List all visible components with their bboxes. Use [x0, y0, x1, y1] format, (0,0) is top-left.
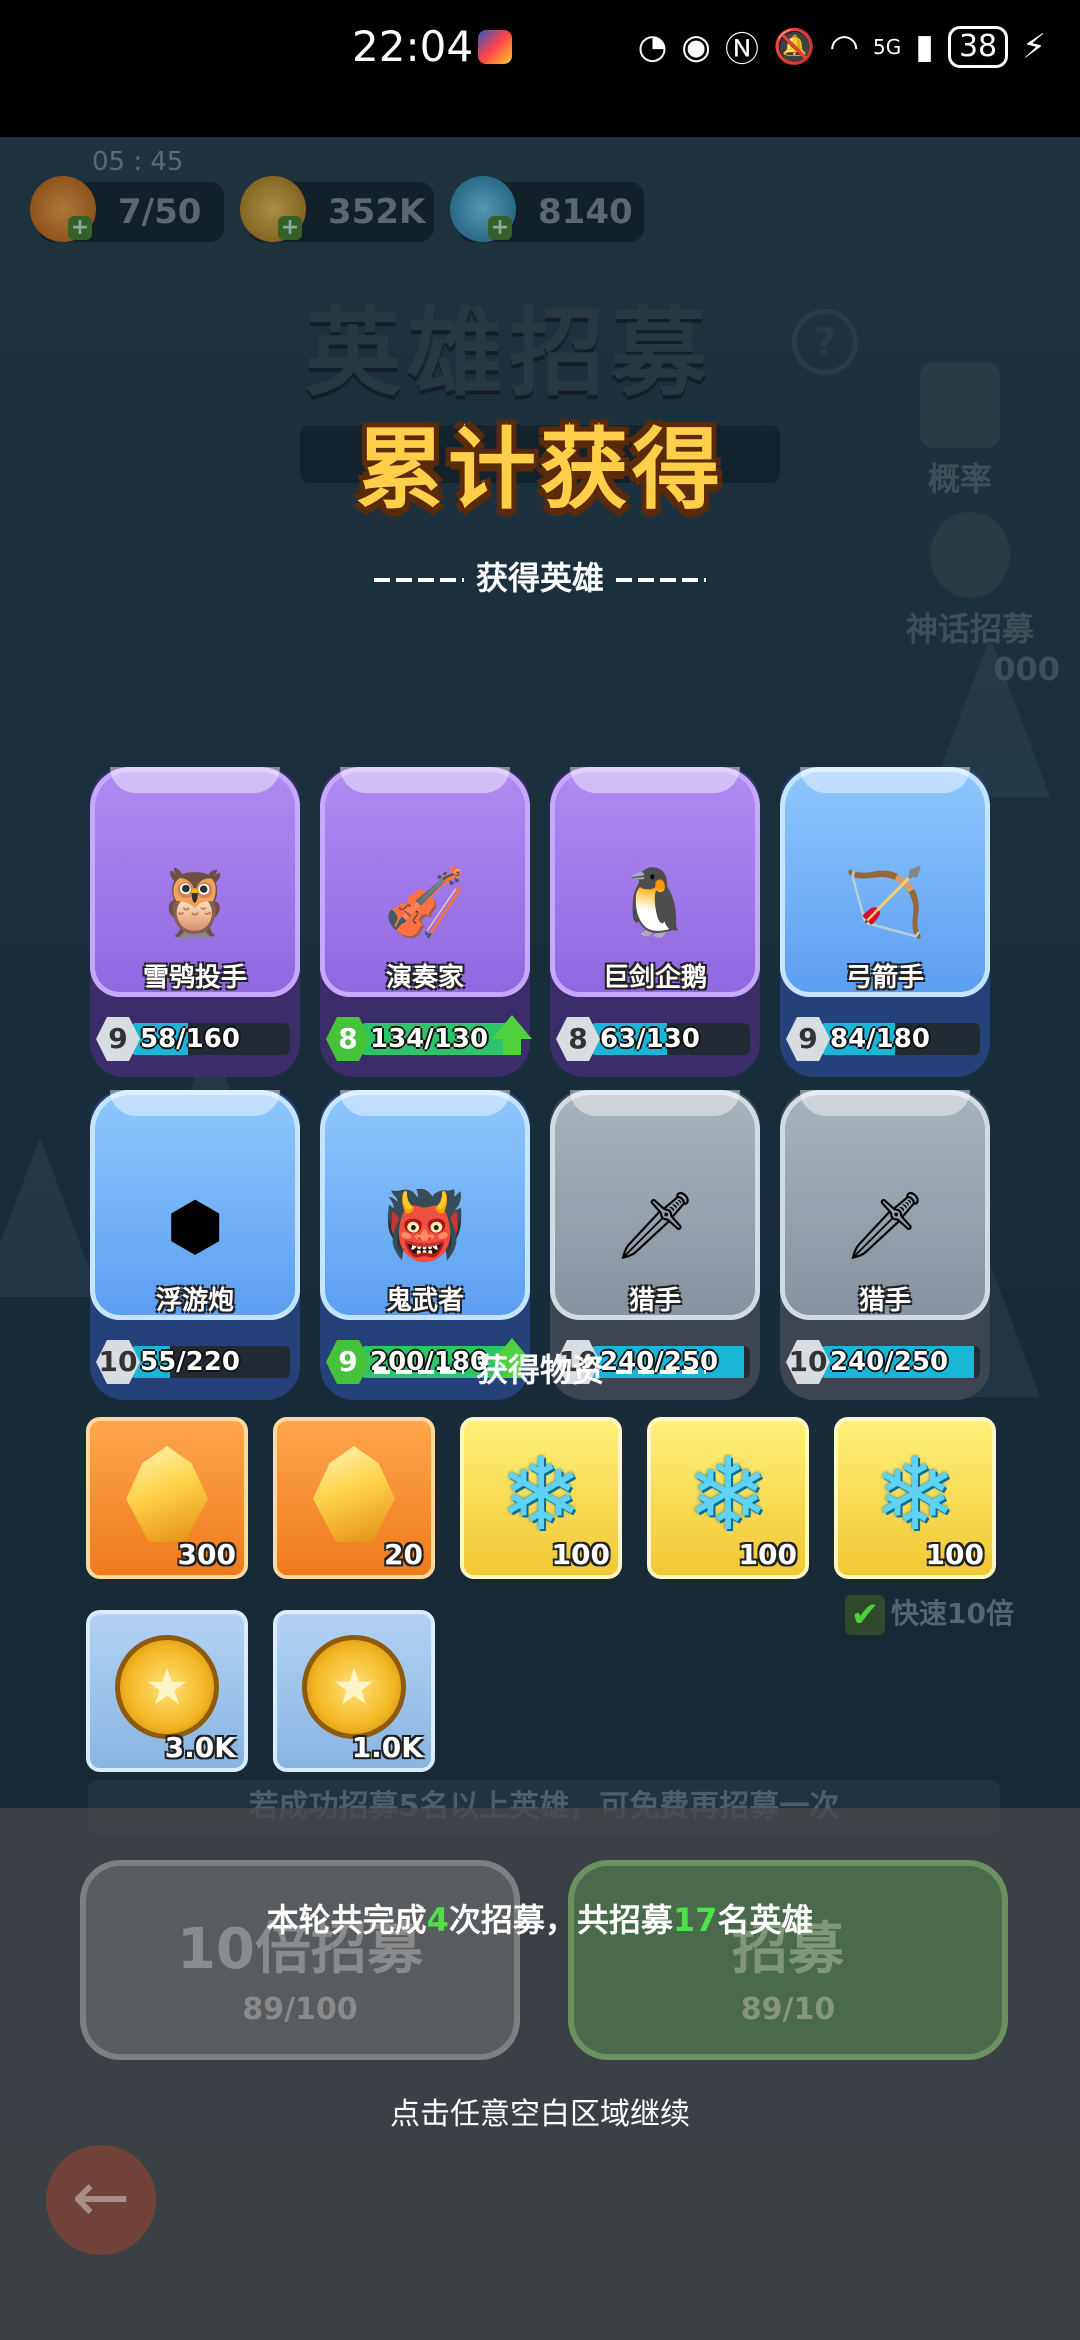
key-count-right: 89/10 [740, 1992, 836, 2027]
gold-crystal-icon [313, 1446, 395, 1542]
star-coin-icon: ★ [115, 1635, 219, 1739]
items-section-header: 获得物资 [0, 1345, 1080, 1391]
item-count: 1.0K [351, 1731, 423, 1764]
hero-progress-bar: 58/160 [130, 1023, 290, 1055]
musician-icon: 🎻 [383, 864, 467, 941]
recruit-once-button[interactable]: 招募 89/10 [568, 1860, 1008, 2060]
hero-progress-bar: 84/180 [820, 1023, 980, 1055]
hero-name: 猎手 [628, 1286, 681, 1316]
status-time: 22:04 [352, 22, 474, 71]
heroes-section-header: 获得英雄 [0, 553, 1080, 599]
item-count: 100 [738, 1538, 797, 1571]
snowflake-icon: ❄ [686, 1435, 770, 1553]
recruit-summary: 本轮共完成4次招募，共招募17名英雄 [266, 1901, 814, 1939]
hero-progress-bar: 63/130 [590, 1023, 750, 1055]
item-count: 3.0K [164, 1731, 236, 1764]
hero-progress-text: 63/130 [600, 1024, 700, 1054]
hunter-icon: 🗡 [843, 1187, 927, 1264]
tap-to-continue-hint[interactable]: 点击任意空白区域继续 [0, 2089, 1080, 2133]
hero-name: 演奏家 [385, 963, 464, 993]
wifi-icon: ◠ [829, 26, 859, 67]
cumulative-title: 累计获得 [355, 418, 724, 521]
cannon-icon: ⬢ [166, 1187, 224, 1265]
hero-card[interactable]: 🎻 演奏家 134/130 8 [320, 767, 532, 1077]
hero-name: 浮游炮 [155, 1286, 234, 1316]
hero-name: 弓箭手 [845, 963, 924, 993]
item-count: 300 [177, 1538, 236, 1571]
upgrade-arrow-icon [492, 1015, 532, 1055]
nfc-icon: Ⓝ [724, 30, 759, 70]
reward-item[interactable]: ❄ 100 [647, 1417, 809, 1579]
hero-name: 巨剑企鹅 [602, 963, 707, 993]
speed-icon: ◔ [637, 26, 668, 67]
hero-progress-text: 84/180 [830, 1024, 930, 1054]
item-count: 100 [551, 1538, 610, 1571]
summary-overlay[interactable]: 10倍招募 89/100 招募 89/10 ← [0, 1808, 1080, 2340]
network-label: 5G [872, 34, 902, 59]
reward-item[interactable]: 300 [86, 1417, 248, 1579]
checkmark-icon: ✔ [845, 1595, 885, 1635]
charging-icon: ⚡ [1022, 26, 1046, 67]
hero-card[interactable]: 🐧 巨剑企鹅 63/130 8 [550, 767, 760, 1077]
archer-icon: 🏹 [843, 864, 927, 941]
status-bar: 22:04 ◔ ◉ Ⓝ 🔕 ◠ 5G ▮ 38 ⚡ [0, 0, 1080, 137]
reward-item[interactable]: ★ 3.0K [86, 1610, 248, 1772]
hero-name: 鬼武者 [385, 1286, 464, 1316]
reward-item[interactable]: ❄ 100 [460, 1417, 622, 1579]
hero-name: 猎手 [858, 1286, 911, 1316]
eye-icon: ◉ [681, 26, 711, 67]
item-count: 100 [925, 1538, 984, 1571]
hero-progress-text: 58/160 [140, 1024, 240, 1054]
mute-icon: 🔕 [772, 26, 816, 67]
oni-warrior-icon: 👹 [383, 1187, 467, 1264]
reward-item[interactable]: ★ 1.0K [273, 1610, 435, 1772]
hero-card[interactable]: 🦉 雪鸮投手 58/160 9 [90, 767, 300, 1077]
recruit-10x-button[interactable]: 10倍招募 89/100 [80, 1860, 520, 2060]
snowflake-icon: ❄ [873, 1435, 957, 1553]
hero-name: 雪鸮投手 [142, 963, 247, 993]
item-count: 20 [384, 1538, 423, 1571]
battery-indicator: 38 [947, 25, 1009, 68]
app-notification-icon [478, 30, 512, 64]
snowflake-icon: ❄ [499, 1435, 583, 1553]
quick-10x-toggle[interactable]: ✔ 快速10倍 [845, 1592, 1014, 1635]
reward-item[interactable]: ❄ 100 [834, 1417, 996, 1579]
owl-icon: 🦉 [153, 864, 237, 941]
game-screen: 05 : 45 + 7/50 + 352K + 8140 英雄招募 ? 概率 神… [0, 137, 1080, 2340]
key-count-left: 89/100 [242, 1992, 358, 2027]
reward-item[interactable]: 20 [273, 1417, 435, 1579]
hero-card[interactable]: 🏹 弓箭手 84/180 9 [780, 767, 990, 1077]
signal-icon: ▮ [915, 26, 934, 67]
hunter-icon: 🗡 [613, 1187, 697, 1264]
star-coin-icon: ★ [302, 1635, 406, 1739]
back-arrow-icon[interactable]: ← [46, 2145, 156, 2255]
gold-crystal-icon [126, 1446, 208, 1542]
penguin-icon: 🐧 [613, 864, 697, 941]
